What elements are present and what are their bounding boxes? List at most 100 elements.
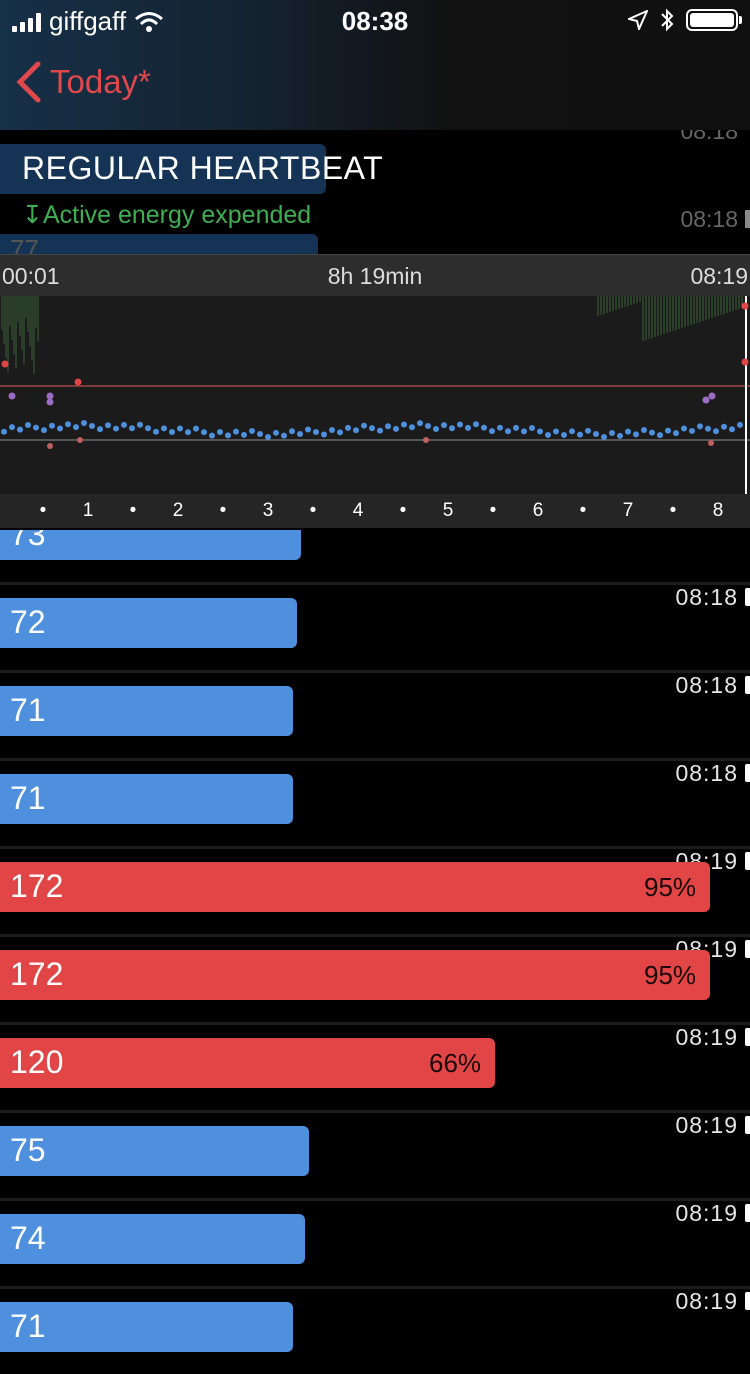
chart-range-header: 00:01 8h 19min 08:19 xyxy=(0,254,750,297)
heartbeat-point xyxy=(289,428,295,435)
heartbeat-point xyxy=(89,423,95,430)
heartbeat-point xyxy=(489,428,495,435)
back-label: Today* xyxy=(50,63,151,100)
heartbeat-point xyxy=(609,429,615,436)
list-item[interactable]: 08:19 75 xyxy=(0,1110,750,1198)
heartbeat-point xyxy=(729,426,735,433)
list-item[interactable]: 08:19 74 xyxy=(0,1198,750,1286)
value-bar xyxy=(0,862,710,912)
heartbeat-point xyxy=(9,424,15,431)
row-separator xyxy=(0,582,750,585)
heartbeat-point xyxy=(73,424,79,431)
axis-tick-label: 2 xyxy=(172,500,184,521)
heartbeat-point xyxy=(433,426,439,433)
irregular-point xyxy=(702,396,710,404)
heartbeat-point xyxy=(49,422,55,429)
heartbeat-point xyxy=(185,429,191,436)
heartbeat-point xyxy=(201,429,207,436)
heartbeat-point xyxy=(241,431,247,438)
heartbeat-point xyxy=(41,427,47,434)
irregular-point xyxy=(8,392,16,400)
heartbeat-point xyxy=(585,427,591,434)
value-bar xyxy=(0,1126,309,1176)
heartbeat-point xyxy=(313,429,319,436)
row-separator xyxy=(0,846,750,849)
heartbeat-point xyxy=(25,422,31,429)
list-item[interactable]: 08:19 71 xyxy=(0,1286,750,1374)
low-point xyxy=(423,437,429,443)
row-separator xyxy=(0,1286,750,1289)
high-point xyxy=(741,302,749,310)
list-item[interactable]: 08:18 72 xyxy=(0,582,750,670)
row-marker xyxy=(745,1028,750,1046)
heartbeat-point xyxy=(529,424,535,431)
heartbeat-point xyxy=(673,430,679,437)
heartbeat-point xyxy=(401,421,407,428)
row-separator xyxy=(0,1022,750,1025)
heartbeat-point xyxy=(697,423,703,430)
axis-tick-label: • xyxy=(309,500,317,521)
axis-tick-label: • xyxy=(579,500,587,521)
heartbeat-point xyxy=(537,428,543,435)
heartbeat-plot[interactable] xyxy=(0,296,750,494)
heartbeat-point xyxy=(737,421,743,428)
heartbeat-point xyxy=(217,429,223,436)
heartbeat-point xyxy=(1,428,7,435)
axis-tick-label: • xyxy=(129,500,137,521)
heartbeat-point xyxy=(513,424,519,431)
row-percent: 95% xyxy=(644,960,697,990)
heartbeat-point xyxy=(641,427,647,434)
heartbeat-point xyxy=(441,422,447,429)
axis-tick-label: 5 xyxy=(442,500,454,521)
low-point xyxy=(47,443,53,449)
heartbeat-point xyxy=(713,428,719,435)
list-item[interactable]: 08:19 172 95% xyxy=(0,846,750,934)
heartbeat-point xyxy=(449,425,455,432)
axis-tick-label: 8 xyxy=(712,500,724,521)
axis-tick-label: • xyxy=(399,500,407,521)
subtitle-filter[interactable]: ↧Active energy expended xyxy=(22,200,311,230)
heartbeat-point xyxy=(297,430,303,437)
heartbeat-point xyxy=(145,425,151,432)
row-separator xyxy=(0,1110,750,1113)
row-separator xyxy=(0,758,750,761)
heartbeat-point xyxy=(385,423,391,430)
location-arrow-icon xyxy=(628,10,648,30)
ghost-time: 08:18 xyxy=(680,206,738,232)
heartbeat-point xyxy=(57,425,63,432)
irregular-point xyxy=(46,398,54,406)
heartbeat-point xyxy=(249,427,255,434)
heartbeat-point xyxy=(665,427,671,434)
row-time: 08:18 xyxy=(675,584,738,610)
back-button[interactable]: Today* xyxy=(14,60,151,104)
heartbeat-point xyxy=(345,424,351,431)
heartbeat-point xyxy=(209,432,215,439)
axis-tick-label: • xyxy=(39,500,47,521)
list-item[interactable]: 08:18 71 xyxy=(0,670,750,758)
row-time: 08:18 xyxy=(675,672,738,698)
row-marker xyxy=(745,1204,750,1222)
heartbeat-point xyxy=(681,425,687,432)
row-marker xyxy=(745,940,750,958)
list-item[interactable]: 08:19 120 66% xyxy=(0,1022,750,1110)
row-time: 08:19 xyxy=(675,1200,738,1226)
heartbeat-point xyxy=(521,428,527,435)
axis-tick-label: 3 xyxy=(262,500,274,521)
row-time: 08:18 xyxy=(675,760,738,786)
heartbeat-point xyxy=(177,425,183,432)
value-bar xyxy=(0,1038,495,1088)
row-percent: 66% xyxy=(429,1048,482,1078)
heartbeat-point xyxy=(553,428,559,435)
bluetooth-icon xyxy=(661,8,674,32)
heartbeat-point xyxy=(689,427,695,434)
list-item[interactable]: 08:19 172 95% xyxy=(0,934,750,1022)
irregular-point xyxy=(46,392,54,400)
heartbeat-point xyxy=(17,426,23,433)
heartbeat-point xyxy=(601,433,607,440)
heartbeat-point xyxy=(273,429,279,436)
heartbeat-point xyxy=(113,425,119,432)
axis-tick-label: 1 xyxy=(82,500,94,521)
list-item[interactable]: 08:18 71 xyxy=(0,758,750,846)
heartbeat-point xyxy=(593,430,599,437)
heartbeat-point xyxy=(129,425,135,432)
